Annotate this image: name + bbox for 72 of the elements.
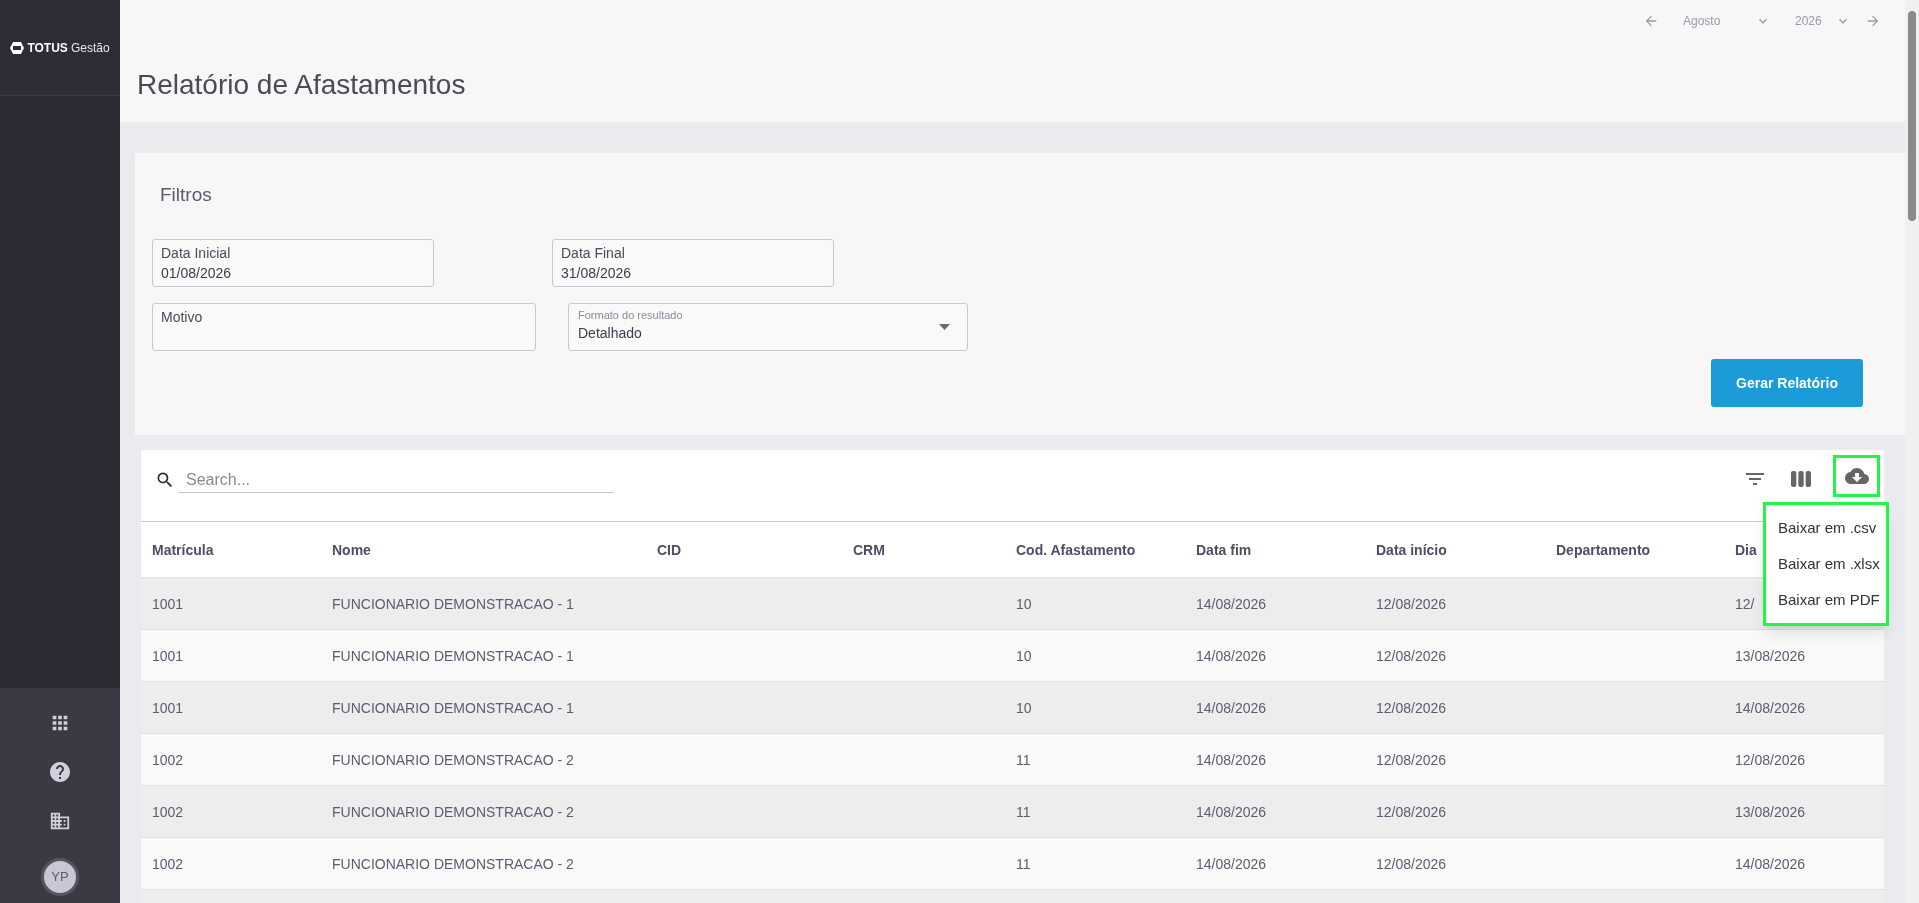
table-cell: 1001 xyxy=(152,595,184,612)
table-cell: FUNCIONARIO DEMONSTRACAO - 1 xyxy=(332,699,574,716)
table-cell: 10 xyxy=(1016,647,1032,664)
table-cell: FUNCIONARIO DEMONSTRACAO - 2 xyxy=(332,803,574,820)
table-cell: 14/08/2026 xyxy=(1735,699,1806,716)
column-header[interactable]: Departamento xyxy=(1556,541,1651,558)
menu-item[interactable]: Baixar em .csv xyxy=(1766,510,1889,546)
table-cell: 10 xyxy=(1016,699,1032,716)
table-cell: FUNCIONARIO DEMONSTRACAO - 1 xyxy=(332,595,574,612)
table-cell: 14/08/2026 xyxy=(1196,699,1267,716)
field-value: 01/08/2026 xyxy=(161,264,233,283)
column-header[interactable]: Matrícula xyxy=(152,541,214,558)
field-label: Data Final xyxy=(561,244,626,263)
column-header[interactable]: Dia xyxy=(1735,541,1757,558)
column-header[interactable]: Cod. Afastamento xyxy=(1016,541,1136,558)
table-cell: 1001 xyxy=(152,699,184,716)
building-icon[interactable] xyxy=(49,810,71,832)
dropdown-icon xyxy=(939,324,950,330)
table-cell: 13/08/2026 xyxy=(1735,647,1806,664)
user-avatar[interactable]: YP xyxy=(41,858,79,896)
table-cell: 12/08/2026 xyxy=(1376,647,1447,664)
table-cell: 14/08/2026 xyxy=(1196,855,1267,872)
field-label: Formato do resultado xyxy=(578,308,684,323)
input-field[interactable]: Motivo xyxy=(152,303,536,351)
table-cell: 12/08/2026 xyxy=(1376,751,1447,768)
input-field[interactable]: Data Inicial 01/08/2026 xyxy=(152,239,434,287)
table-cell: 11 xyxy=(1016,803,1031,820)
table-cell: 12/08/2026 xyxy=(1376,855,1447,872)
table-cell: 1002 xyxy=(152,751,184,768)
column-header[interactable]: Data fim xyxy=(1196,541,1252,558)
scrollbar-thumb[interactable] xyxy=(1908,11,1916,221)
table-cell: 1002 xyxy=(152,855,184,872)
filters-title: Filtros xyxy=(160,183,212,207)
table-cell: FUNCIONARIO DEMONSTRACAO - 2 xyxy=(332,751,574,768)
table-cell: 14/08/2026 xyxy=(1735,855,1806,872)
field-label: Data Inicial xyxy=(161,244,232,263)
table-cell: 12/08/2026 xyxy=(1376,595,1447,612)
column-header[interactable]: CID xyxy=(657,541,682,558)
download-button[interactable] xyxy=(1833,455,1880,497)
table-cell: 1002 xyxy=(152,803,184,820)
table-cell: 14/08/2026 xyxy=(1196,647,1267,664)
table-cell: 12/08/2026 xyxy=(1376,803,1447,820)
logo-icon xyxy=(10,40,25,55)
table-cell: 1001 xyxy=(152,647,184,664)
table-cell: 14/08/2026 xyxy=(1196,595,1267,612)
logo-brand: TOTUS xyxy=(27,39,68,57)
menu-item[interactable]: Baixar em PDF xyxy=(1766,582,1892,618)
page-title: Relatório de Afastamentos xyxy=(137,68,466,102)
table-cell: 14/08/2026 xyxy=(1196,803,1267,820)
table-cell: 13/08/2026 xyxy=(1735,803,1806,820)
table-cell: FUNCIONARIO DEMONSTRACAO - 1 xyxy=(332,647,574,664)
table-cell: 14/08/2026 xyxy=(1196,751,1267,768)
column-header[interactable]: Nome xyxy=(332,541,371,558)
table-cell: 11 xyxy=(1016,855,1031,872)
table-cell: 12/08/2026 xyxy=(1735,751,1806,768)
column-header[interactable]: CRM xyxy=(853,541,885,558)
column-header[interactable]: Data início xyxy=(1376,541,1447,558)
search-field[interactable]: Search... xyxy=(178,467,614,493)
field-value: 31/08/2026 xyxy=(561,264,633,283)
help-icon[interactable] xyxy=(48,760,72,784)
select-field[interactable]: Formato do resultado Detalhado xyxy=(568,303,968,351)
table-cell: 12/08/2026 xyxy=(1376,699,1447,716)
table-cell: 12/ xyxy=(1735,595,1755,612)
search-icon xyxy=(155,470,175,490)
table-cell: FUNCIONARIO DEMONSTRACAO - 2 xyxy=(332,855,574,872)
logo-product: Gestão xyxy=(70,39,110,57)
menu-item[interactable]: Baixar em .xlsx xyxy=(1766,546,1892,582)
table-cell: 10 xyxy=(1016,595,1032,612)
table-cell: 11 xyxy=(1016,751,1031,768)
field-value: Detalhado xyxy=(578,324,642,343)
field-label: Motivo xyxy=(161,308,204,327)
input-field[interactable]: Data Final 31/08/2026 xyxy=(552,239,834,287)
